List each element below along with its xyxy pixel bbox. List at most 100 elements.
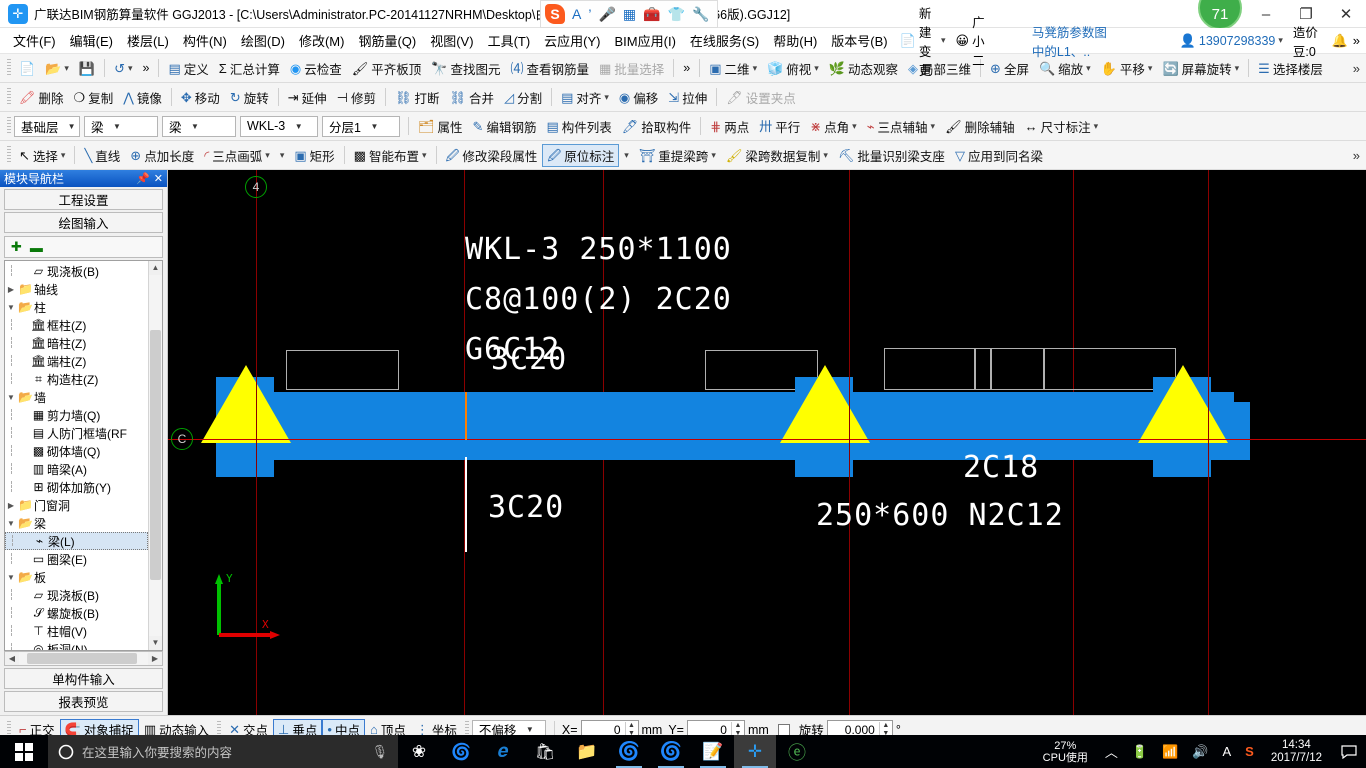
chevron-down-icon[interactable]: ▾	[265, 150, 270, 161]
chevron-down-icon[interactable]: ▾	[753, 63, 758, 74]
toolbox-icon[interactable]: 🧰	[643, 6, 660, 23]
chevron-down-icon[interactable]: ▾	[624, 150, 629, 161]
menu-version[interactable]: 版本号(B)	[824, 28, 894, 53]
toolbar-grip[interactable]	[7, 88, 11, 106]
taskbar-app-microsoft-edge[interactable]: 𝒆	[482, 735, 524, 768]
toolbar-grip[interactable]	[7, 59, 11, 77]
tree-twisty[interactable]: ▶	[5, 501, 17, 510]
pin-icon[interactable]: 📌	[136, 172, 150, 185]
in-place-dropdown[interactable]: ▾	[619, 144, 634, 167]
toolbar-grip[interactable]	[7, 146, 11, 164]
flat-slab-button[interactable]: 🖌 平齐板顶	[347, 57, 427, 80]
menu-member[interactable]: 构件(N)	[176, 28, 234, 53]
rotate-checkbox[interactable]	[777, 723, 790, 736]
tree-item[interactable]: ┆ ▦ 剪力墙(Q)	[5, 406, 148, 424]
chevron-down-icon[interactable]: ▼	[291, 122, 306, 131]
project-settings-button[interactable]: 工程设置	[4, 189, 163, 210]
chevron-down-icon[interactable]: ▾	[1148, 63, 1153, 74]
tree-item[interactable]: ┆ 🏛 暗柱(Z)	[5, 334, 148, 352]
delete-axis-button[interactable]: 🖌 删除辅轴	[940, 115, 1020, 138]
batch-recognize-support-button[interactable]: ⛏ 批量识别梁支座	[833, 144, 950, 167]
tree-item[interactable]: ▶ 📁 门窗洞	[5, 496, 148, 514]
menu-tools[interactable]: 工具(T)	[481, 28, 538, 53]
tree-item[interactable]: ┆ ▤ 人防门框墙(RF	[5, 424, 148, 442]
tree-item[interactable]: ┆ ▱ 现浇板(B)	[5, 262, 148, 280]
wrench-icon[interactable]: 🔧	[692, 6, 709, 23]
parallel-button[interactable]: 卅平行	[754, 115, 805, 138]
member-list-button[interactable]: ▤ 构件列表	[541, 115, 616, 138]
taskbar-app-sogou-pinyin[interactable]: ❀	[398, 735, 440, 768]
tree-item[interactable]: ▼ 📂 墙	[5, 388, 148, 406]
chevron-down-icon[interactable]: ▾	[1278, 35, 1283, 46]
open-file-button[interactable]: 📂 ▾	[40, 57, 74, 80]
menu-modify[interactable]: 修改(M)	[292, 28, 352, 53]
menu-edit[interactable]: 编辑(E)	[63, 28, 120, 53]
tree-item[interactable]: ┆ ⌗ 构造柱(Z)	[5, 370, 148, 388]
tree-twisty[interactable]: ▼	[5, 573, 17, 582]
tree-horizontal-scrollbar[interactable]: ◀ ▶	[4, 651, 163, 666]
volume-icon[interactable]: 🔊	[1185, 744, 1215, 760]
arc-dropdown-button[interactable]: ▾	[275, 144, 290, 167]
scroll-thumb-h[interactable]	[27, 653, 137, 664]
tree-item[interactable]: ▶ 📁 轴线	[5, 280, 148, 298]
tree-item[interactable]: ┆ ⌁ 梁(L)	[5, 532, 148, 550]
topview-button[interactable]: 🧊 俯视 ▾	[762, 57, 824, 80]
chevron-down-icon[interactable]: ▾	[604, 92, 609, 103]
cloud-check-button[interactable]: ◉ 云检查	[285, 57, 347, 80]
menu-online-service[interactable]: 在线服务(S)	[683, 28, 766, 53]
copy-button[interactable]: ❍ 复制	[69, 86, 119, 109]
trim-button[interactable]: ⊣ 修剪	[332, 86, 381, 109]
move-button[interactable]: ✥ 移动	[176, 86, 225, 109]
clock[interactable]: 14:34 2017/7/12	[1261, 739, 1332, 765]
taskbar-app-editor[interactable]: 📝	[692, 735, 734, 768]
summary-calc-button[interactable]: Σ 汇总计算	[214, 57, 285, 80]
taskbar-app-microsoft-store[interactable]: 🛍	[524, 735, 566, 768]
action-center-button[interactable]	[1332, 735, 1366, 768]
orbit-button[interactable]: 🌿 动态观察	[824, 57, 903, 80]
taskbar-app-360-browser[interactable]: ⓔ	[776, 735, 818, 768]
copy-span-data-button[interactable]: 🖌 梁跨数据复制 ▾	[721, 144, 833, 167]
microphone-icon[interactable]: 🎙	[371, 744, 388, 760]
point-angle-button[interactable]: ⋇ 点角 ▾	[805, 115, 861, 138]
property-button[interactable]: 🗂 属性	[413, 115, 468, 138]
taskbar-app-glodon-gbq[interactable]: 🌀	[650, 735, 692, 768]
support-triangle[interactable]	[780, 365, 870, 443]
menu-bim-app[interactable]: BIM应用(I)	[608, 28, 683, 53]
chevron-down-icon[interactable]: ▾	[814, 63, 819, 74]
stretch-button[interactable]: ⇲ 拉伸	[663, 86, 712, 109]
search-box[interactable]: 在这里输入你要搜索的内容 🎙	[48, 735, 398, 768]
chevron-down-icon[interactable]: ▾	[711, 150, 716, 161]
tree-twisty[interactable]: ▼	[5, 393, 17, 402]
re-extract-span-button[interactable]: ⛩ 重提梁跨 ▾	[634, 144, 721, 167]
new-file-button[interactable]: 📄	[14, 57, 40, 80]
battery-icon[interactable]: 🔋	[1125, 744, 1155, 760]
two-point-button[interactable]: ⋕ 两点	[705, 115, 754, 138]
smart-layout-button[interactable]: ▩ 智能布置 ▾	[349, 144, 432, 167]
point-length-button[interactable]: ⊕ 点加长度	[125, 144, 199, 167]
tree-item[interactable]: ┆ 𝒮 螺旋板(B)	[5, 604, 148, 622]
chevron-down-icon[interactable]: ▾	[422, 150, 427, 161]
merge-button[interactable]: ⛓ 合并	[445, 86, 500, 109]
remove-icon[interactable]: ▬	[30, 240, 43, 255]
toolbar-overflow-1[interactable]: »	[138, 57, 155, 80]
screen-rotate-button[interactable]: 🔄 屏幕旋转 ▾	[1157, 57, 1244, 80]
menu-view[interactable]: 视图(V)	[423, 28, 480, 53]
offset-button[interactable]: ◉ 偏移	[614, 86, 663, 109]
component-tree[interactable]: ┆ ▱ 现浇板(B) ▶ 📁 轴线 ▼ 📂 柱 ┆ 🏛 框柱(Z) ┆ 🏛 暗柱(Z) ┆ 🏛 端柱(Z) ┆ ⌗ 构造…	[5, 261, 148, 650]
pick-member-button[interactable]: 🖊 拾取构件	[617, 115, 697, 138]
view-rebar-qty-button[interactable]: ⑷ 查看钢筋量	[505, 57, 594, 80]
chevron-down-icon[interactable]: ▾	[852, 121, 857, 132]
edit-beam-seg-button[interactable]: 🖉 修改梁段属性	[441, 144, 543, 167]
chevron-down-icon[interactable]: ▾	[1235, 63, 1240, 74]
rectangle-button[interactable]: ▣ 矩形	[289, 144, 339, 167]
three-point-axis-button[interactable]: ⌁ 三点辅轴 ▾	[862, 115, 940, 138]
tree-twisty[interactable]: ▶	[5, 285, 17, 294]
tree-item[interactable]: ┆ ⊤ 柱帽(V)	[5, 622, 148, 640]
tree-item[interactable]: ┆ ▩ 砌体墙(Q)	[5, 442, 148, 460]
tree-item[interactable]: ┆ 🏛 框柱(Z)	[5, 316, 148, 334]
tree-item[interactable]: ┆ ▭ 圈梁(E)	[5, 550, 148, 568]
draw-input-button[interactable]: 绘图输入	[4, 212, 163, 233]
align-button[interactable]: ▤ 对齐 ▾	[556, 86, 614, 109]
ime-letter-icon[interactable]: A	[572, 6, 581, 22]
tree-twisty[interactable]: ▼	[5, 303, 17, 312]
